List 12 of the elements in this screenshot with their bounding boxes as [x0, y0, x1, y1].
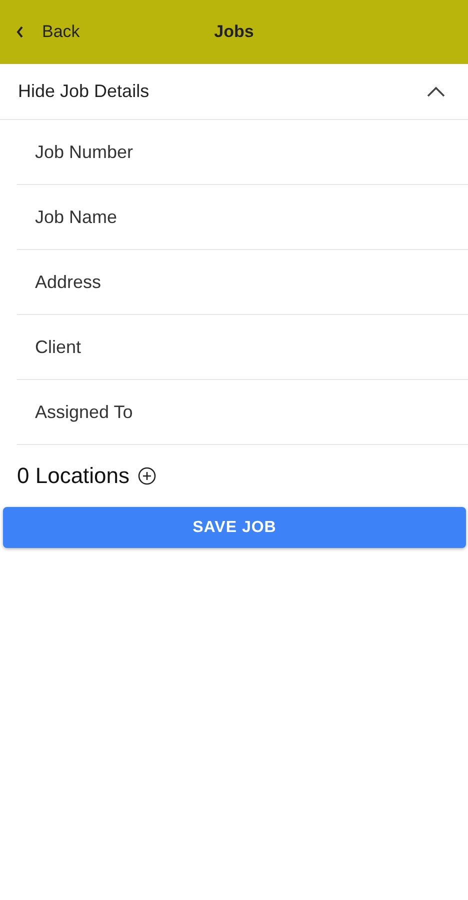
input-field[interactable]: Address: [17, 262, 435, 302]
input-field[interactable]: Assigned To: [17, 392, 435, 432]
back-chevron-icon: [16, 26, 24, 38]
header-title: Jobs: [213, 22, 255, 42]
add-circle-icon[interactable]: [138, 467, 156, 485]
chevron-icon: [426, 86, 446, 98]
input-field[interactable]: Job Name: [17, 197, 435, 237]
locations-label: 0 Locations: [17, 463, 130, 489]
save-job-button[interactable]: SAVE JOB: [3, 507, 466, 548]
input-field[interactable]: Client: [17, 327, 435, 367]
input-field[interactable]: Job Number: [17, 132, 435, 172]
back-button[interactable]: Back: [0, 12, 80, 52]
